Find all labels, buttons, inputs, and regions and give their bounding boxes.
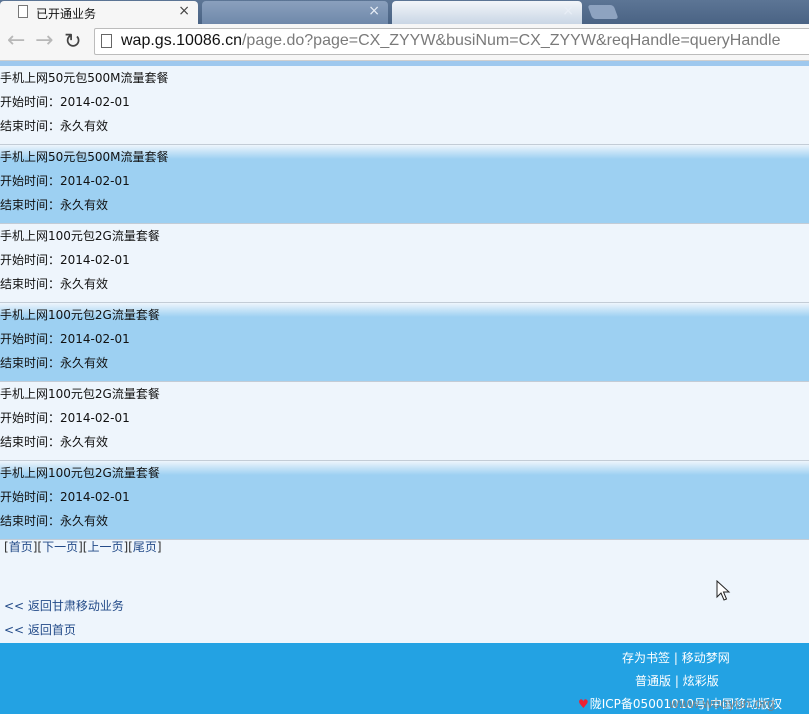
business-list: 手机上网50元包500M流量套餐 开始时间：2014-02-01 结束时间：永久… bbox=[0, 66, 809, 540]
back-home-link[interactable]: << 返回首页 bbox=[4, 618, 124, 642]
forward-arrow-icon[interactable]: → bbox=[35, 29, 53, 53]
separator: | bbox=[673, 651, 678, 665]
tab-inactive[interactable]: × bbox=[392, 1, 582, 24]
start-time: 开始时间：2014-02-01 bbox=[0, 332, 130, 346]
prev-page-link[interactable]: 上一页 bbox=[87, 540, 123, 554]
package-name: 手机上网100元包2G流量套餐 bbox=[0, 387, 160, 401]
package-name: 手机上网50元包500M流量套餐 bbox=[0, 150, 169, 164]
watermark: www.wooyun.org bbox=[669, 695, 775, 711]
start-time: 开始时间：2014-02-01 bbox=[0, 174, 130, 188]
last-page-link[interactable]: 尾页 bbox=[133, 540, 157, 554]
start-time: 开始时间：2014-02-01 bbox=[0, 490, 130, 504]
tab-bar: 已开通业务 × × × bbox=[0, 0, 809, 24]
tab-inactive[interactable]: × bbox=[202, 1, 388, 24]
start-time: 开始时间：2014-02-01 bbox=[0, 253, 130, 267]
close-icon[interactable]: × bbox=[178, 3, 190, 19]
next-page-link[interactable]: 下一页 bbox=[42, 540, 78, 554]
first-page-link[interactable]: 首页 bbox=[9, 540, 33, 554]
url-host: wap.gs.10086.cn bbox=[121, 32, 242, 49]
page-icon bbox=[101, 34, 112, 48]
heart-icon: ♥ bbox=[578, 697, 589, 711]
separator: | bbox=[674, 674, 679, 688]
package-name: 手机上网100元包2G流量套餐 bbox=[0, 308, 160, 322]
bookmark-link[interactable]: 存为书签 bbox=[622, 651, 670, 665]
end-time: 结束时间：永久有效 bbox=[0, 435, 109, 449]
footer-row-2: 普通版 | 炫彩版 bbox=[635, 672, 719, 689]
list-item: 手机上网50元包500M流量套餐 开始时间：2014-02-01 结束时间：永久… bbox=[0, 145, 809, 224]
list-item: 手机上网100元包2G流量套餐 开始时间：2014-02-01 结束时间：永久有… bbox=[0, 224, 809, 303]
list-item: 手机上网50元包500M流量套餐 开始时间：2014-02-01 结束时间：永久… bbox=[0, 66, 809, 145]
list-item: 手机上网100元包2G流量套餐 开始时间：2014-02-01 结束时间：永久有… bbox=[0, 303, 809, 382]
address-bar[interactable]: wap.gs.10086.cn/page.do?page=CX_ZYYW&bus… bbox=[94, 28, 809, 55]
color-version-link[interactable]: 炫彩版 bbox=[683, 674, 719, 688]
url-text[interactable]: wap.gs.10086.cn/page.do?page=CX_ZYYW&bus… bbox=[121, 32, 781, 50]
end-time: 结束时间：永久有效 bbox=[0, 356, 109, 370]
close-icon[interactable]: × bbox=[368, 3, 380, 19]
end-time: 结束时间：永久有效 bbox=[0, 277, 109, 291]
end-time: 结束时间：永久有效 bbox=[0, 514, 109, 528]
pagination: [首页][下一页][上一页][尾页] bbox=[4, 540, 162, 554]
reload-icon[interactable]: ↻ bbox=[64, 29, 82, 53]
package-name: 手机上网50元包500M流量套餐 bbox=[0, 71, 169, 85]
end-time: 结束时间：永久有效 bbox=[0, 119, 109, 133]
list-item: 手机上网100元包2G流量套餐 开始时间：2014-02-01 结束时间：永久有… bbox=[0, 382, 809, 461]
page-icon bbox=[18, 5, 28, 18]
back-gansu-link[interactable]: << 返回甘肃移动业务 bbox=[4, 594, 124, 618]
package-name: 手机上网100元包2G流量套餐 bbox=[0, 466, 160, 480]
footer-row-1: 存为书签 | 移动梦网 bbox=[622, 649, 730, 666]
tab-active[interactable]: 已开通业务 × bbox=[0, 1, 198, 24]
back-arrow-icon[interactable]: ← bbox=[7, 29, 25, 53]
mouse-cursor-icon bbox=[716, 580, 731, 601]
browser-toolbar: ← → ↻ wap.gs.10086.cn/page.do?page=CX_ZY… bbox=[0, 24, 809, 61]
end-time: 结束时间：永久有效 bbox=[0, 198, 109, 212]
basic-version-link[interactable]: 普通版 bbox=[635, 674, 671, 688]
package-name: 手机上网100元包2G流量套餐 bbox=[0, 229, 160, 243]
new-tab-button[interactable] bbox=[587, 5, 619, 19]
close-icon[interactable]: × bbox=[562, 3, 574, 19]
mobile-dream-link[interactable]: 移动梦网 bbox=[682, 651, 730, 665]
tab-title: 已开通业务 bbox=[36, 7, 97, 21]
start-time: 开始时间：2014-02-01 bbox=[0, 95, 130, 109]
start-time: 开始时间：2014-02-01 bbox=[0, 411, 130, 425]
list-item: 手机上网100元包2G流量套餐 开始时间：2014-02-01 结束时间：永久有… bbox=[0, 461, 809, 540]
back-links: << 返回甘肃移动业务 << 返回首页 bbox=[4, 594, 124, 642]
url-path: /page.do?page=CX_ZYYW&busiNum=CX_ZYYW&re… bbox=[241, 32, 781, 49]
